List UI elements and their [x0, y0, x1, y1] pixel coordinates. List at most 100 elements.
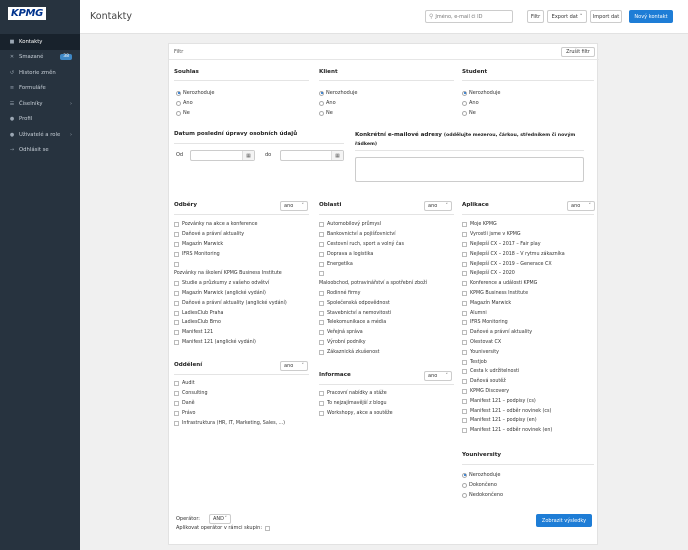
subscriptions-checkbox-item[interactable]: Studie a průzkumy z vašeho odvětví [174, 279, 287, 289]
checkbox[interactable] [462, 222, 467, 228]
areas-checkbox-item[interactable]: Energetika [319, 259, 427, 269]
radio-circle[interactable] [462, 100, 467, 106]
applications-checkbox-item[interactable]: Konference a události KPMG [462, 279, 565, 289]
radio-circle[interactable] [176, 110, 181, 116]
client-radio-option[interactable]: Ano [319, 98, 357, 108]
applications-select[interactable]: ano ˅ [567, 201, 595, 211]
checkbox[interactable] [462, 290, 467, 296]
areas-checkbox-item[interactable]: Telekomunikace a média [319, 318, 427, 328]
sidebar-item-5[interactable]: ● Profil [0, 112, 80, 128]
client-radio-option[interactable]: Nerozhoduje [319, 88, 357, 98]
areas-checkbox-item[interactable]: Veřejná správa [319, 328, 427, 338]
information-checkbox-item[interactable]: Pracovní nabídky a stáže [319, 389, 393, 399]
sidebar-item-3[interactable]: ≡ Formuláře [0, 81, 80, 97]
calendar-icon[interactable]: ▦ [331, 151, 343, 160]
radio-circle[interactable] [462, 482, 467, 488]
checkbox[interactable] [319, 391, 324, 397]
filter-button[interactable]: Filtr [527, 10, 544, 23]
checkbox[interactable] [319, 410, 324, 416]
radio-circle[interactable] [176, 100, 181, 106]
sidebar-item-4[interactable]: ☰ Číselníky › [0, 96, 80, 112]
subscriptions-checkbox-item[interactable]: Manifest 121 (anglické vydání) [174, 338, 287, 348]
checkbox[interactable] [319, 232, 324, 238]
checkbox[interactable] [462, 320, 467, 326]
checkbox[interactable] [462, 330, 467, 336]
checkbox[interactable] [462, 241, 467, 247]
areas-checkbox-item[interactable] [319, 269, 427, 279]
subscriptions-select[interactable]: ano ˅ [280, 201, 308, 211]
checkbox[interactable] [319, 320, 324, 326]
information-checkbox-item[interactable]: To nejzajímavější z blogu [319, 399, 393, 409]
checkbox[interactable] [462, 271, 467, 277]
areas-checkbox-item[interactable]: Výrobní podniky [319, 338, 427, 348]
consent-radio-option[interactable]: Nerozhoduje [176, 88, 214, 98]
checkbox[interactable] [174, 222, 179, 228]
youniversity-radio-option[interactable]: Dokončeno [462, 480, 503, 490]
applications-checkbox-item[interactable]: Manifest 121 – podpisy (cs) [462, 396, 565, 406]
subscriptions-checkbox-item[interactable]: Manifest 121 [174, 328, 287, 338]
kpmg-logo[interactable]: KPMG [0, 0, 80, 34]
checkbox[interactable] [462, 339, 467, 345]
applications-checkbox-item[interactable]: Alumni [462, 308, 565, 318]
radio-circle[interactable] [319, 110, 324, 116]
applications-checkbox-item[interactable]: IFRS Monitoring [462, 318, 565, 328]
checkbox[interactable] [319, 261, 324, 267]
radio-circle[interactable] [462, 90, 467, 96]
radio-circle[interactable] [176, 90, 181, 96]
applications-checkbox-item[interactable]: Daňová soutěž [462, 377, 565, 387]
checkbox[interactable] [462, 388, 467, 394]
applications-checkbox-item[interactable]: Manifest 121 – odběr novinek (cs) [462, 406, 565, 416]
checkbox[interactable] [319, 310, 324, 316]
applications-checkbox-item[interactable]: Nejlepší CX – 2019 – Generace CX [462, 259, 565, 269]
areas-checkbox-item[interactable]: Rodinné firmy [319, 289, 427, 299]
applications-checkbox-item[interactable]: Manifest 121 – odběr novinek (en) [462, 426, 565, 436]
checkbox[interactable] [462, 349, 467, 355]
radio-circle[interactable] [319, 100, 324, 106]
checkbox[interactable] [174, 241, 179, 247]
search-input[interactable] [435, 13, 510, 20]
student-radio-option[interactable]: Ano [462, 98, 500, 108]
sidebar-item-7[interactable]: → Odhlásit se [0, 143, 80, 159]
radio-circle[interactable] [319, 90, 324, 96]
checkbox[interactable] [462, 359, 467, 365]
checkbox[interactable] [462, 408, 467, 414]
sidebar-item-6[interactable]: ● Uživatelé a role › [0, 127, 80, 143]
checkbox[interactable] [174, 300, 179, 306]
applications-checkbox-item[interactable]: Cesta k udržitelnosti [462, 367, 565, 377]
radio-circle[interactable] [462, 110, 467, 116]
subscriptions-checkbox-item[interactable]: IFRS Monitoring [174, 249, 287, 259]
checkbox[interactable] [174, 391, 179, 397]
date-from-input[interactable]: ▦ [190, 150, 255, 161]
applications-checkbox-item[interactable]: KPMG Business Institute [462, 289, 565, 299]
import-button[interactable]: Import dat [590, 10, 622, 23]
applications-checkbox-item[interactable]: Nejlepší CX – 2018 – V rytmu zákazníka [462, 249, 565, 259]
areas-select[interactable]: ano ˅ [424, 201, 452, 211]
subscriptions-checkbox-item[interactable]: Daňové a právní aktuality [174, 230, 287, 240]
checkbox[interactable] [319, 241, 324, 247]
checkbox[interactable] [174, 310, 179, 316]
operator-select[interactable]: AND ˅ [209, 514, 231, 524]
checkbox[interactable] [319, 222, 324, 228]
checkbox[interactable] [462, 310, 467, 316]
checkbox[interactable] [319, 290, 324, 296]
checkbox[interactable] [174, 232, 179, 238]
youniversity-radio-option[interactable]: Nedokončeno [462, 490, 503, 500]
checkbox[interactable] [319, 401, 324, 407]
departments-checkbox-item[interactable]: Právo [174, 408, 285, 418]
show-results-button[interactable]: Zobrazit výsledky [536, 514, 592, 527]
subscriptions-checkbox-item[interactable]: LadiesClub Praha [174, 308, 287, 318]
checkbox[interactable] [319, 251, 324, 257]
radio-circle[interactable] [462, 492, 467, 498]
calendar-icon[interactable]: ▦ [242, 151, 254, 160]
departments-checkbox-item[interactable]: Audit [174, 379, 285, 389]
sidebar-item-1[interactable]: ✕ Smazané 38 [0, 50, 80, 66]
checkbox[interactable] [319, 300, 324, 306]
checkbox[interactable] [174, 410, 179, 416]
applications-checkbox-item[interactable]: Youniversity [462, 347, 565, 357]
applications-checkbox-item[interactable]: Nejlepší CX – 2017 – Fair play [462, 240, 565, 250]
apply-operator-checkbox[interactable] [265, 525, 271, 531]
checkbox[interactable] [174, 420, 179, 426]
applications-checkbox-item[interactable]: Olestovat CX [462, 338, 565, 348]
areas-checkbox-item[interactable]: Automobilový průmysl [319, 220, 427, 230]
checkbox[interactable] [462, 398, 467, 404]
